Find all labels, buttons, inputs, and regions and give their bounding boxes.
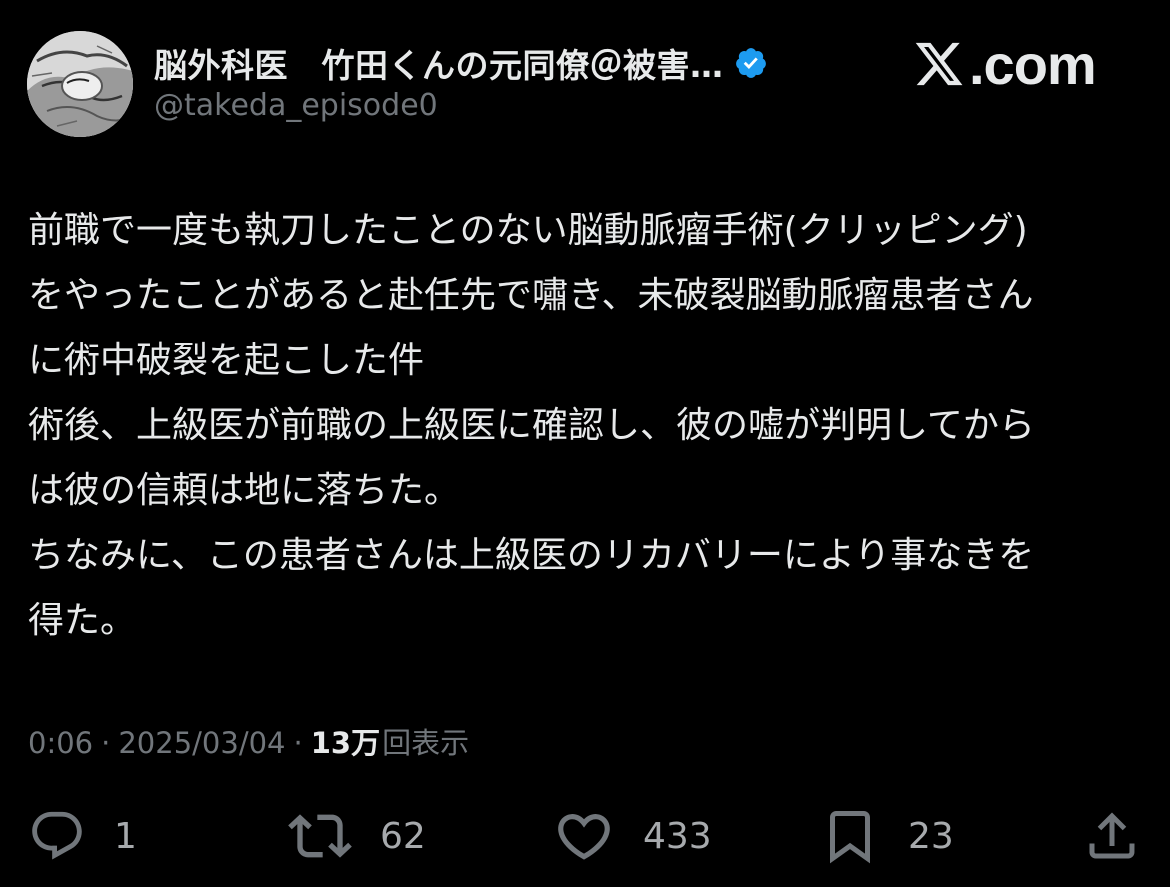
post-line: に術中破裂を起こした件 [28, 340, 425, 381]
post-time[interactable]: 0:06 [28, 726, 93, 760]
meta-separator: · [101, 726, 111, 760]
reply-icon [28, 807, 86, 865]
bookmark-button[interactable]: 23 [820, 800, 954, 872]
like-button[interactable]: 433 [553, 800, 712, 872]
views-count[interactable]: 13万 [311, 720, 380, 762]
author-display-name[interactable]: 脳外科医 竹田くんの元同僚＠被害… [154, 39, 724, 87]
like-count: 433 [643, 815, 712, 857]
share-icon [1082, 806, 1142, 866]
verified-badge-icon [734, 46, 768, 80]
post-date[interactable]: 2025/03/04 [118, 726, 285, 760]
bookmark-icon [820, 806, 880, 866]
post-meta: 0:06 · 2025/03/04 · 13万 回表示 [28, 720, 469, 762]
repost-count: 62 [380, 815, 426, 857]
author-handle[interactable]: @takeda_episode0 [154, 88, 438, 123]
post-line: ちなみに、この患者さんは上級医のリカバリーにより事なきを [28, 535, 1035, 576]
share-button[interactable] [1082, 800, 1142, 872]
post-line: 術後、上級医が前職の上級医に確認し、彼の嘘が判明してから [28, 405, 1035, 446]
x-com-brand: .com [913, 32, 1097, 96]
post-line: 得た。 [28, 600, 137, 641]
post-body: 前職で一度も執刀したことのない脳動脈瘤手術(クリッピング) をやったことがあると… [28, 198, 1148, 653]
reply-count: 1 [114, 815, 137, 857]
reply-button[interactable]: 1 [28, 800, 137, 872]
views-label: 回表示 [382, 726, 470, 760]
bookmark-count: 23 [908, 815, 954, 857]
avatar-image [27, 31, 133, 137]
meta-separator: · [293, 726, 303, 760]
post-line: をやったことがあると赴任先で嘯き、未破裂脳動脈瘤患者さん [28, 275, 1034, 316]
heart-icon [553, 805, 615, 867]
author-name-row[interactable]: 脳外科医 竹田くんの元同僚＠被害… [154, 40, 768, 86]
brand-text: .com [969, 32, 1097, 96]
action-bar: 1 62 433 23 [0, 800, 1170, 872]
repost-button[interactable]: 62 [288, 800, 426, 872]
post-line: 前職で一度も執刀したことのない脳動脈瘤手術(クリッピング) [28, 210, 1028, 251]
avatar[interactable] [27, 31, 133, 137]
repost-icon [288, 804, 352, 868]
x-logo-icon [913, 38, 965, 90]
post-line: は彼の信頼は地に落ちた。 [28, 470, 461, 511]
